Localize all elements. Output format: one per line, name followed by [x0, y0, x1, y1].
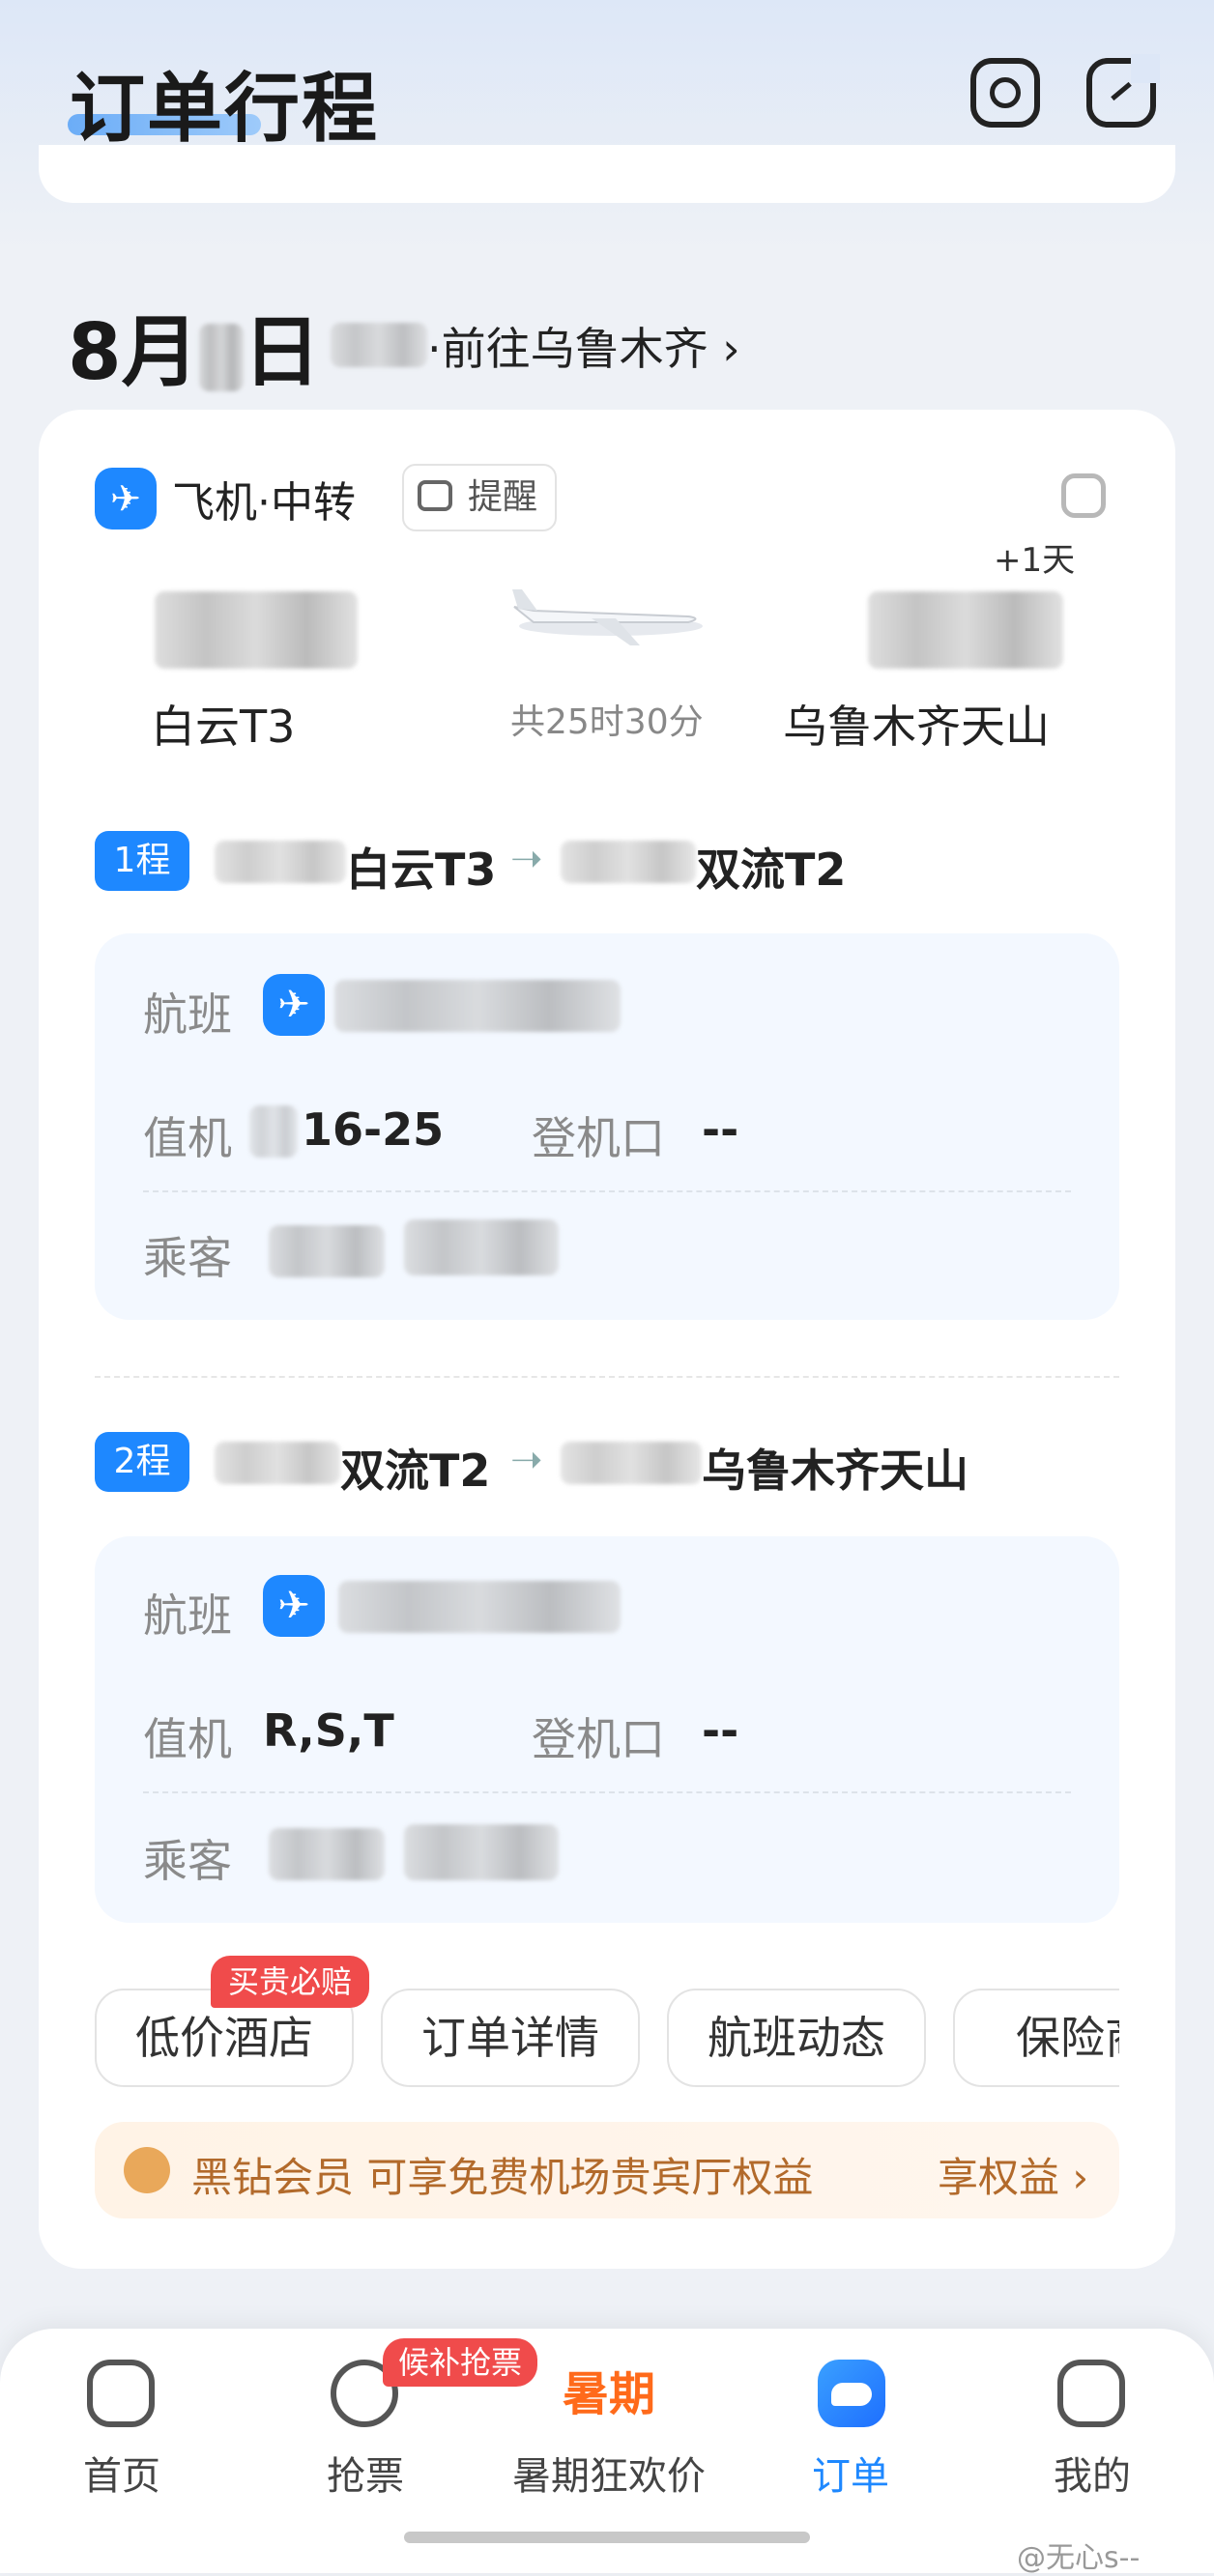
leg-2-to: 乌鲁木齐天山 [702, 1445, 968, 1497]
leg-2-badge: 2程 [95, 1432, 189, 1492]
airplane-icon: ✈ [263, 1575, 325, 1637]
order-detail-button[interactable]: 订单详情 [381, 1989, 640, 2087]
tab-home[interactable]: 首页 [15, 2445, 228, 2501]
leg-1-to: 双流T2 [696, 844, 847, 896]
vip-badge-icon [124, 2147, 170, 2193]
profile-face-icon[interactable] [1057, 2360, 1125, 2427]
previous-card-edge [39, 145, 1175, 203]
checkin-value: R,S,T [263, 1704, 394, 1757]
total-duration: 共25时30分 [510, 702, 704, 742]
redacted-passenger-1 [269, 1225, 385, 1277]
insurance-button-clip: 保险商 [953, 1989, 1119, 2087]
checkin-label: 值机 [143, 1112, 232, 1164]
calendar-icon [418, 480, 452, 511]
divider [143, 1791, 1071, 1793]
tab-grab-ticket[interactable]: 抢票 [259, 2445, 472, 2501]
redacted-passenger-2 [404, 1219, 559, 1275]
passenger-label: 乘客 [143, 1835, 232, 1887]
gate-label: 登机口 [532, 1112, 665, 1164]
gate-value: -- [702, 1103, 739, 1156]
redacted-flight-number [338, 1581, 621, 1633]
redacted-passenger-1 [269, 1828, 385, 1880]
redacted-flight-number [334, 980, 621, 1032]
redacted-origin [331, 323, 427, 367]
home-indicator [404, 2532, 810, 2543]
tab-orders[interactable]: 订单 [744, 2445, 957, 2501]
redacted-depart-time [155, 591, 358, 669]
airplane-icon: ✈ [263, 974, 325, 1036]
redacted-day [198, 324, 244, 392]
redacted-checkin-prefix [249, 1105, 298, 1158]
guarantee-badge: 买贵必赔 [211, 1956, 370, 2008]
airplane-icon: ✈ [95, 468, 157, 530]
orders-icon[interactable] [818, 2360, 885, 2427]
grab-badge: 候补抢票 [383, 2338, 538, 2387]
share-icon[interactable] [1086, 54, 1160, 128]
redacted-leg2-from-city [215, 1442, 340, 1484]
tab-mine[interactable]: 我的 [986, 2445, 1199, 2501]
airplane-illustration [512, 589, 703, 645]
home-icon[interactable] [87, 2360, 155, 2427]
page-title: 订单行程 [70, 66, 380, 153]
trip-type-label: 飞机·中转 [172, 478, 356, 528]
watermark: @无心s-- [1017, 2541, 1141, 2575]
flight-label: 航班 [143, 988, 232, 1041]
arrow-right-icon: ➝ [510, 837, 543, 881]
vip-text: 黑钻会员 可享免费机场贵宾厅权益 [191, 2154, 814, 2201]
date-month: 8月 [68, 307, 199, 397]
arrow-right-icon: ➝ [510, 1438, 543, 1482]
trip-destination[interactable]: ·前往乌鲁木齐 › [427, 314, 740, 378]
depart-terminal: 白云T3 [151, 701, 296, 753]
leg-1-from: 白云T3 [346, 844, 497, 896]
flight-label: 航班 [143, 1589, 232, 1642]
trip-date[interactable]: 8月日 [68, 290, 321, 402]
insurance-button[interactable]: 保险商 [953, 1989, 1119, 2087]
leg-divider [95, 1376, 1119, 1378]
leg-2-from: 双流T2 [340, 1445, 491, 1497]
arrive-terminal: 乌鲁木齐天山 [783, 701, 1050, 753]
checkin-label: 值机 [143, 1713, 232, 1765]
redacted-leg1-from-city [215, 841, 346, 883]
divider [143, 1190, 1071, 1192]
chevron-right-icon: › [722, 323, 740, 375]
redacted-arrive-time [868, 591, 1063, 669]
gate-label: 登机口 [532, 1713, 665, 1765]
gate-value: -- [702, 1704, 739, 1757]
redacted-leg1-to-city [561, 841, 696, 883]
tab-summer-sale[interactable]: 暑期狂欢价 [503, 2445, 715, 2501]
destination-text: ·前往乌鲁木齐 [427, 323, 708, 375]
leg-1-badge: 1程 [95, 831, 189, 891]
plus-day-label: +1天 [994, 541, 1076, 580]
flight-status-button[interactable]: 航班动态 [667, 1989, 926, 2087]
redacted-passenger-2 [404, 1824, 559, 1880]
checkin-value: 16-25 [302, 1103, 445, 1156]
customer-service-icon[interactable] [970, 58, 1040, 128]
redacted-leg2-to-city [561, 1442, 702, 1484]
summer-sale-icon[interactable]: 暑期 [555, 2358, 663, 2431]
vip-link[interactable]: 享权益 › [938, 2145, 1088, 2204]
date-day-suffix: 日 [243, 307, 321, 397]
passenger-label: 乘客 [143, 1232, 232, 1284]
share-small-icon[interactable] [1061, 473, 1106, 518]
